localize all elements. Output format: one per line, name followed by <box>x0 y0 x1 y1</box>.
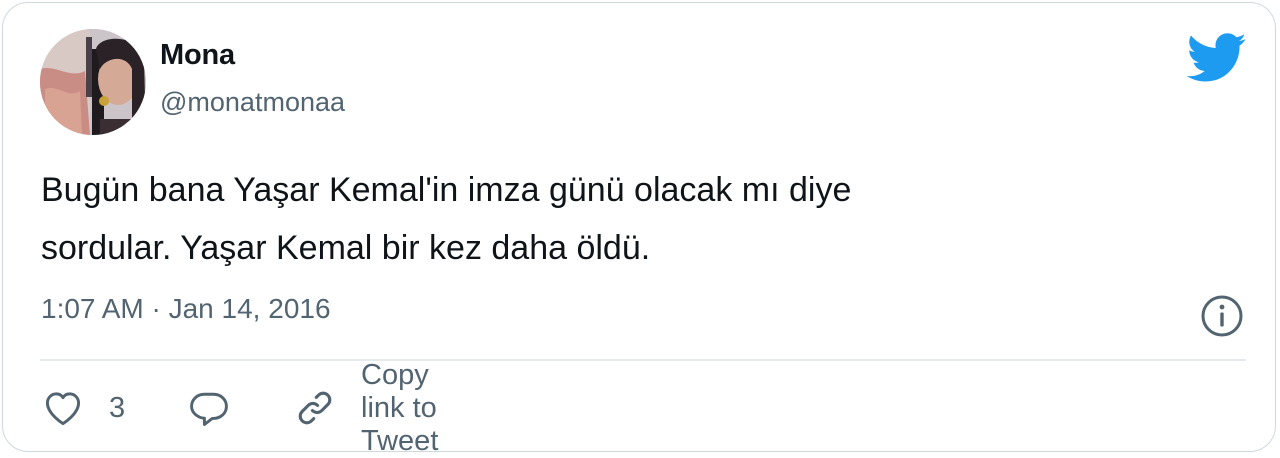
avatar[interactable] <box>40 29 146 135</box>
reply-button[interactable] <box>187 383 231 433</box>
heart-icon <box>41 386 85 430</box>
divider <box>40 359 1246 361</box>
link-icon <box>293 386 337 430</box>
tweet-text: Bugün bana Yaşar Kemal'in imza günü olac… <box>41 171 852 267</box>
author-name[interactable]: Mona <box>160 39 235 72</box>
like-count: 3 <box>109 391 126 424</box>
tweet-card: Mona @monatmonaa Bugün bana Yaşar Kemal'… <box>2 2 1276 457</box>
like-button[interactable]: 3 <box>41 383 125 433</box>
author-handle[interactable]: @monatmonaa <box>160 87 345 118</box>
copy-link-label: Copy link to Tweet <box>361 358 439 457</box>
info-icon[interactable] <box>1199 293 1245 339</box>
reply-bubble-icon <box>187 386 231 430</box>
tweet-timestamp[interactable]: 1:07 AM · Jan 14, 2016 <box>41 293 331 325</box>
twitter-bird-icon[interactable] <box>1186 33 1247 83</box>
avatar-photo <box>40 29 146 135</box>
copy-link-button[interactable]: Copy link to Tweet <box>293 359 438 457</box>
